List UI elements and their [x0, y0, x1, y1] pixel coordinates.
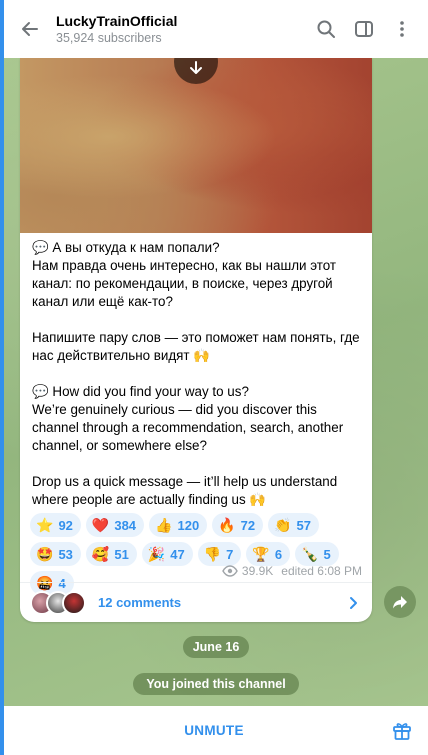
reaction-emoji: ⭐ — [36, 516, 54, 533]
post-text-ru-question: 💬 А вы откуда к нам попали? Нам правда о… — [32, 240, 337, 309]
reaction-chip[interactable]: 👍 120 — [149, 513, 208, 537]
reaction-emoji: 🔥 — [218, 516, 236, 533]
reaction-emoji: 🎉 — [147, 545, 166, 562]
views-eye-icon — [222, 565, 238, 577]
reaction-count: 57 — [296, 517, 311, 533]
channel-info[interactable]: LuckyTrainOfficial 35,924 subscribers — [56, 12, 314, 47]
chat-header: LuckyTrainOfficial 35,924 subscribers — [0, 0, 428, 58]
comments-count-label: 12 comments — [98, 595, 182, 610]
post-text-en-question: 💬 How did you find your way to us? We’re… — [32, 384, 344, 453]
left-accent-strip — [0, 0, 4, 755]
date-separator: June 16 — [183, 636, 249, 658]
reaction-emoji: 🥰 — [91, 545, 110, 562]
gift-icon[interactable] — [390, 718, 414, 742]
search-icon[interactable] — [314, 17, 338, 41]
sidebar-toggle-icon[interactable] — [352, 17, 376, 41]
download-arrow-icon[interactable] — [174, 58, 218, 84]
reaction-chip[interactable]: 🤩 53 — [30, 542, 81, 566]
reaction-count: 53 — [58, 546, 73, 562]
reaction-chip[interactable]: 🥰 51 — [85, 542, 137, 566]
reaction-count: 5 — [323, 546, 331, 562]
reaction-chip[interactable]: 🍾 5 — [295, 542, 339, 566]
subscriber-count: 35,924 subscribers — [56, 30, 162, 45]
post-text-en-cta: Drop us a quick message — it’ll help us … — [32, 474, 338, 507]
reaction-emoji: 🏆 — [252, 545, 270, 562]
reaction-chip[interactable]: ❤️ 384 — [85, 513, 145, 537]
back-arrow-icon[interactable] — [18, 17, 42, 41]
post-text-ru-cta: Напишите пару слов — это поможет нам пон… — [32, 330, 360, 363]
post-text: 💬 А вы откуда к нам попали? Нам правда о… — [20, 233, 372, 509]
comments-button[interactable]: 12 comments — [20, 582, 372, 622]
chevron-right-icon — [346, 596, 360, 610]
reaction-emoji: 👏 — [274, 516, 292, 533]
reaction-count: 384 — [114, 517, 137, 533]
forward-icon[interactable] — [384, 586, 416, 618]
unmute-button[interactable]: UNMUTE — [184, 723, 244, 738]
commenter-avatars — [30, 590, 86, 615]
reaction-count: 6 — [274, 546, 283, 562]
reaction-chip[interactable]: 👎 7 — [197, 542, 242, 566]
view-count: 39.9K — [241, 564, 274, 578]
edited-time: edited 6:08 PM — [281, 564, 362, 578]
bottom-bar: UNMUTE — [0, 706, 428, 755]
reaction-chip[interactable]: 👏 57 — [268, 513, 319, 537]
reaction-emoji: 🤩 — [36, 545, 54, 562]
post-meta: 39.9K edited 6:08 PM — [222, 564, 362, 578]
joined-service-message: You joined this channel — [133, 673, 299, 695]
post-media-blurred[interactable] — [20, 58, 372, 233]
channel-title: LuckyTrainOfficial — [56, 12, 178, 29]
reaction-count: 120 — [177, 517, 200, 533]
avatar — [62, 590, 86, 615]
reaction-count: 51 — [114, 546, 129, 562]
reaction-chip[interactable]: 🎉 47 — [141, 542, 193, 566]
more-vert-icon[interactable] — [390, 17, 414, 41]
channel-post: 💬 А вы откуда к нам попали? Нам правда о… — [20, 58, 372, 622]
reaction-count: 7 — [226, 546, 234, 562]
reaction-emoji: 👎 — [203, 545, 222, 562]
reaction-count: 47 — [170, 546, 185, 562]
reaction-count: 92 — [58, 517, 73, 533]
reaction-count: 72 — [240, 517, 256, 533]
reaction-chip[interactable]: ⭐ 92 — [30, 513, 81, 537]
reaction-emoji: ❤️ — [91, 516, 110, 533]
reaction-emoji: 🍾 — [301, 545, 319, 562]
reaction-chip[interactable]: 🏆 6 — [246, 542, 291, 566]
reaction-chip[interactable]: 🔥 72 — [212, 513, 264, 537]
reaction-emoji: 👍 — [155, 516, 173, 533]
